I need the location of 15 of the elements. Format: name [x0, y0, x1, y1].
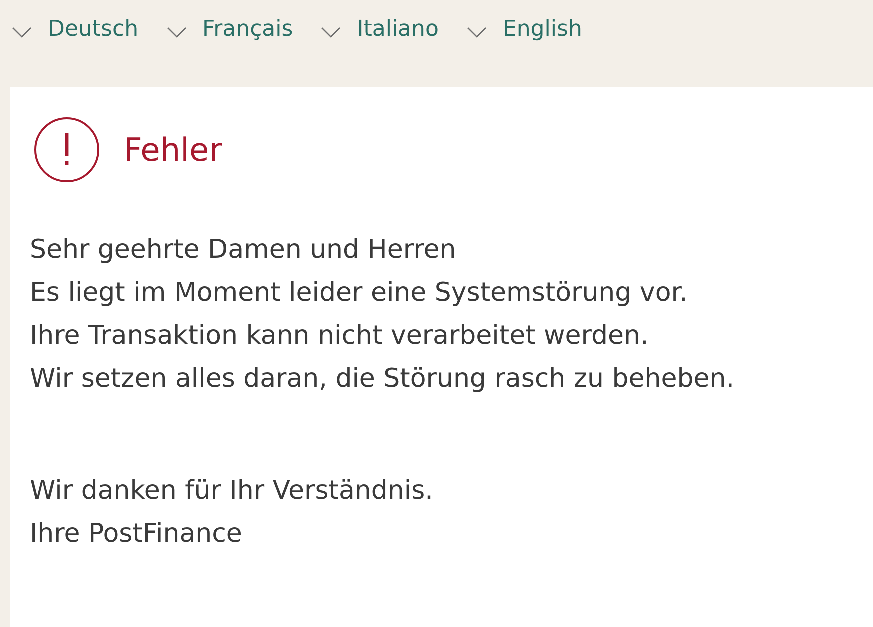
chevron-down-icon	[466, 26, 487, 38]
message-text: Sehr geehrte Damen und Herren	[30, 234, 456, 267]
message-text: Wir danken für Ihr Verständnis.	[30, 475, 434, 508]
chevron-down-icon	[166, 26, 187, 38]
chevron-down-icon	[12, 26, 32, 38]
chevron-down-icon	[321, 26, 342, 38]
language-link[interactable]: Italiano	[321, 15, 439, 45]
message-text: Es liegt im Moment leider eine Systemstörung vor.	[30, 277, 688, 310]
language-link[interactable]: Deutsch	[12, 15, 139, 45]
language-link[interactable]: Français	[166, 15, 294, 45]
error-title: Fehler	[124, 130, 222, 170]
message-text: Ihre PostFinance	[30, 518, 242, 551]
message-text: Wir setzen alles daran, die Störung rasch zu beheben.	[30, 363, 735, 396]
message-text: Ihre Transaktion kann nicht verarbeitet werden.	[30, 320, 649, 353]
language-link[interactable]: English	[466, 15, 582, 45]
